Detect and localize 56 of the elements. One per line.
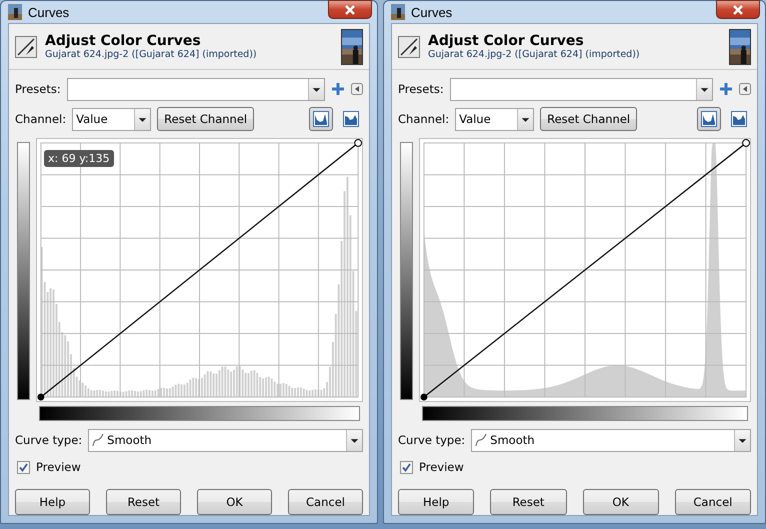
curve-type-dropdown[interactable]: Smooth — [471, 428, 751, 452]
window-title: Curves — [411, 4, 452, 20]
channel-label: Channel: — [398, 112, 450, 126]
dialog-button[interactable]: Cancel — [288, 489, 363, 515]
curve-point[interactable] — [742, 139, 750, 147]
dialog-button[interactable]: Cancel — [674, 489, 751, 515]
preview-checkbox[interactable] — [17, 460, 30, 474]
add-icon[interactable] — [331, 82, 345, 96]
preview-checkbox[interactable] — [400, 460, 413, 474]
channel-label: Channel: — [15, 112, 66, 126]
image-name: Gujarat 624.jpg-2 ([Gujarat 624] (imported)) — [428, 49, 641, 60]
curve-point[interactable] — [37, 394, 44, 400]
channel-dropdown[interactable]: Value — [455, 108, 534, 130]
add-icon[interactable] — [719, 82, 733, 96]
presets-label: Presets: — [398, 82, 444, 96]
window-title: Curves — [28, 4, 70, 20]
curves-icon — [398, 36, 420, 58]
app-icon — [391, 4, 405, 20]
close-button[interactable] — [716, 0, 760, 19]
dialog-heading: Adjust Color Curves — [428, 33, 585, 49]
histogram-icon — [731, 111, 747, 127]
checkmark-icon — [19, 462, 28, 472]
smooth-curve-icon — [92, 433, 104, 447]
histogram-icon — [313, 111, 329, 127]
coordinates-tooltip: x: 69 y:135 — [44, 150, 114, 167]
curves-icon — [15, 36, 37, 58]
curve-type-label: Curve type: — [398, 433, 466, 447]
channel-dropdown[interactable]: Value — [72, 108, 152, 130]
image-name: Gujarat 624.jpg-2 ([Gujarat 624] (imported)) — [45, 49, 258, 60]
curve-type-label: Curve type: — [15, 433, 82, 447]
dialog-button[interactable]: OK — [582, 489, 659, 515]
histogram-icon — [701, 111, 717, 127]
app-icon — [8, 4, 22, 20]
dialog-button[interactable]: Reset — [106, 489, 181, 515]
dialog-button[interactable]: OK — [197, 489, 272, 515]
preview-label: Preview — [36, 460, 81, 474]
close-icon — [732, 4, 744, 14]
histogram-scale-button[interactable] — [697, 107, 721, 131]
presets-label: Presets: — [15, 82, 61, 96]
curve-type-dropdown[interactable]: Smooth — [88, 428, 363, 452]
curve-point[interactable] — [354, 139, 362, 147]
checkmark-icon — [402, 462, 411, 472]
curve-graph[interactable]: x: 69 y:135 — [36, 138, 363, 402]
curve-point[interactable] — [420, 394, 428, 400]
dialog-heading: Adjust Color Curves — [45, 33, 202, 49]
histogram-scale-button[interactable] — [309, 107, 333, 131]
reset-channel-button[interactable]: Reset Channel — [540, 107, 638, 131]
dialog-button[interactable]: Help — [15, 489, 90, 515]
histogram-icon — [343, 111, 359, 127]
close-button[interactable] — [328, 0, 372, 19]
close-icon — [344, 4, 356, 14]
reset-channel-button[interactable]: Reset Channel — [157, 107, 254, 131]
smooth-curve-icon — [475, 433, 488, 447]
dialog-button[interactable]: Help — [398, 489, 474, 515]
dialog-button[interactable]: Reset — [490, 489, 566, 515]
preview-label: Preview — [419, 460, 464, 474]
